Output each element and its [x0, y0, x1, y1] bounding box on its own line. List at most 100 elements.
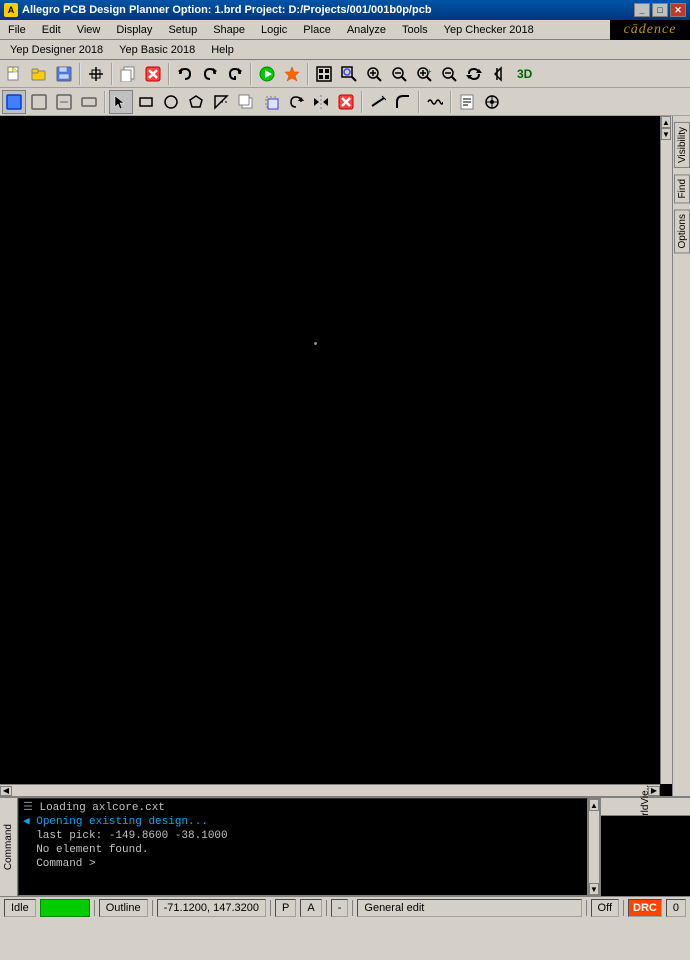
- tb-copy2-button[interactable]: [234, 90, 258, 114]
- cursor-dot: [314, 342, 317, 345]
- tb-redo2-button[interactable]: [223, 62, 247, 86]
- status-bar: Idle Outline -71.1200, 147.3200 P A - Ge…: [0, 896, 690, 918]
- menu-file[interactable]: File: [0, 20, 34, 40]
- tb-save-button[interactable]: [52, 62, 76, 86]
- toolbar-separator5: [307, 63, 309, 85]
- status-off: Off: [591, 899, 619, 917]
- tab-visibility[interactable]: Visibility: [674, 122, 690, 168]
- right-panel: Visibility Find Options: [672, 116, 690, 796]
- status-drc[interactable]: DRC: [628, 899, 662, 917]
- menu-display[interactable]: Display: [108, 20, 160, 40]
- menu-view[interactable]: View: [69, 20, 109, 40]
- minimize-button[interactable]: _: [634, 3, 650, 17]
- tb-delete2-button[interactable]: [334, 90, 358, 114]
- tb-zoom-out-button[interactable]: [387, 62, 411, 86]
- maximize-button[interactable]: □: [652, 3, 668, 17]
- tb-open-button[interactable]: [27, 62, 51, 86]
- menu-setup[interactable]: Setup: [160, 20, 205, 40]
- tb-zoom-in2-button[interactable]: +: [412, 62, 436, 86]
- tb-prev-view-button[interactable]: [487, 62, 511, 86]
- status-divider1: [94, 900, 95, 916]
- toolbar-separator4: [250, 63, 252, 85]
- menu-edit[interactable]: Edit: [34, 20, 69, 40]
- status-p[interactable]: P: [275, 899, 296, 917]
- tb-fit-button[interactable]: [312, 62, 336, 86]
- toolbar2-separator2: [361, 91, 363, 113]
- status-indicator: [40, 899, 90, 917]
- console-label: Command: [0, 798, 18, 896]
- tb-undo-button[interactable]: [173, 62, 197, 86]
- tb-refresh-button[interactable]: [462, 62, 486, 86]
- toolbar-separator2: [111, 63, 113, 85]
- canvas-area[interactable]: ▲ ▼ ◀ ▶: [0, 116, 672, 796]
- toolbar1: + - 3D: [0, 60, 690, 88]
- tb-zoom-out2-button[interactable]: -: [437, 62, 461, 86]
- tb-redo-button[interactable]: [198, 62, 222, 86]
- status-divider4: [326, 900, 327, 916]
- menu-analyze[interactable]: Analyze: [339, 20, 394, 40]
- tb-circle-button[interactable]: [159, 90, 183, 114]
- tb-pin-button[interactable]: [280, 62, 304, 86]
- tb-3d-button[interactable]: 3D: [512, 62, 536, 86]
- toolbar2-separator1: [104, 91, 106, 113]
- tb-poly-button[interactable]: [184, 90, 208, 114]
- menu-tools[interactable]: Tools: [394, 20, 436, 40]
- tb-route1-button[interactable]: [366, 90, 390, 114]
- tb-drill-button[interactable]: [480, 90, 504, 114]
- tb-copy-button[interactable]: [116, 62, 140, 86]
- window-title: Allegro PCB Design Planner Option: 1.brd…: [22, 4, 432, 16]
- tb-select3-button[interactable]: [77, 90, 101, 114]
- tb-rotate-button[interactable]: [284, 90, 308, 114]
- tb-mirror-button[interactable]: [309, 90, 333, 114]
- menu-logic[interactable]: Logic: [253, 20, 295, 40]
- status-general-edit: General edit: [357, 899, 581, 917]
- tb-select-active-button[interactable]: [2, 90, 26, 114]
- tab-options[interactable]: Options: [674, 209, 690, 253]
- toolbar-separator3: [168, 63, 170, 85]
- console-scrollbar[interactable]: ▲ ▼: [588, 798, 600, 896]
- console-line-1: ☰ Loading axlcore.cxt: [23, 801, 583, 815]
- menu-bar-row1: File Edit View Display Setup Shape Logic…: [0, 20, 690, 40]
- console-panel[interactable]: ☰ Loading axlcore.cxt ◀ Opening existing…: [18, 798, 588, 896]
- menu-bar-row2: Yep Designer 2018 Yep Basic 2018 Help: [0, 40, 690, 60]
- tb-crosshair-button[interactable]: [84, 62, 108, 86]
- tb-wave-button[interactable]: [423, 90, 447, 114]
- tab-find[interactable]: Find: [674, 174, 690, 203]
- status-divider7: [623, 900, 624, 916]
- svg-text:-: -: [452, 67, 455, 76]
- status-mode: Idle: [4, 899, 36, 917]
- status-coords: -71.1200, 147.3200: [157, 899, 266, 917]
- worldview-panel: WorldVie...: [600, 798, 690, 896]
- menu-place[interactable]: Place: [295, 20, 339, 40]
- menu-yep-designer[interactable]: Yep Designer 2018: [2, 40, 111, 60]
- tb-cursor-button[interactable]: [109, 90, 133, 114]
- bottom-area: Command ☰ Loading axlcore.cxt ◀ Opening …: [0, 796, 690, 896]
- menu-yep-checker[interactable]: Yep Checker 2018: [436, 20, 542, 40]
- canvas-vscrollbar[interactable]: ▲ ▼: [660, 116, 672, 784]
- tb-delete-button[interactable]: [141, 62, 165, 86]
- tb-zoom-in-button[interactable]: [362, 62, 386, 86]
- title-bar: A Allegro PCB Design Planner Option: 1.b…: [0, 0, 690, 20]
- console-line-3: last pick: -149.8600 -38.1000: [23, 829, 583, 843]
- status-a[interactable]: A: [300, 899, 321, 917]
- tb-route2-button[interactable]: [391, 90, 415, 114]
- tb-report-button[interactable]: [455, 90, 479, 114]
- menu-shape[interactable]: Shape: [205, 20, 253, 40]
- close-button[interactable]: ✕: [670, 3, 686, 17]
- window-controls: _ □ ✕: [634, 3, 686, 17]
- tb-new-button[interactable]: [2, 62, 26, 86]
- canvas-hscrollbar[interactable]: ◀ ▶: [0, 784, 660, 796]
- menu-group1: File Edit View Display Setup Shape Logic…: [0, 20, 610, 40]
- tb-snap-button[interactable]: [209, 90, 233, 114]
- menu-help[interactable]: Help: [203, 40, 242, 60]
- tb-select2-button[interactable]: [52, 90, 76, 114]
- console-label-text: Command: [3, 824, 14, 870]
- main-content: ▲ ▼ ◀ ▶ Visibility Find Options: [0, 116, 690, 796]
- tb-zoom-area-button[interactable]: [337, 62, 361, 86]
- tb-run-button[interactable]: [255, 62, 279, 86]
- tb-select-button[interactable]: [27, 90, 51, 114]
- tb-move-button[interactable]: [259, 90, 283, 114]
- tb-rect-button[interactable]: [134, 90, 158, 114]
- menu-yep-basic[interactable]: Yep Basic 2018: [111, 40, 203, 60]
- status-dash: -: [331, 899, 349, 917]
